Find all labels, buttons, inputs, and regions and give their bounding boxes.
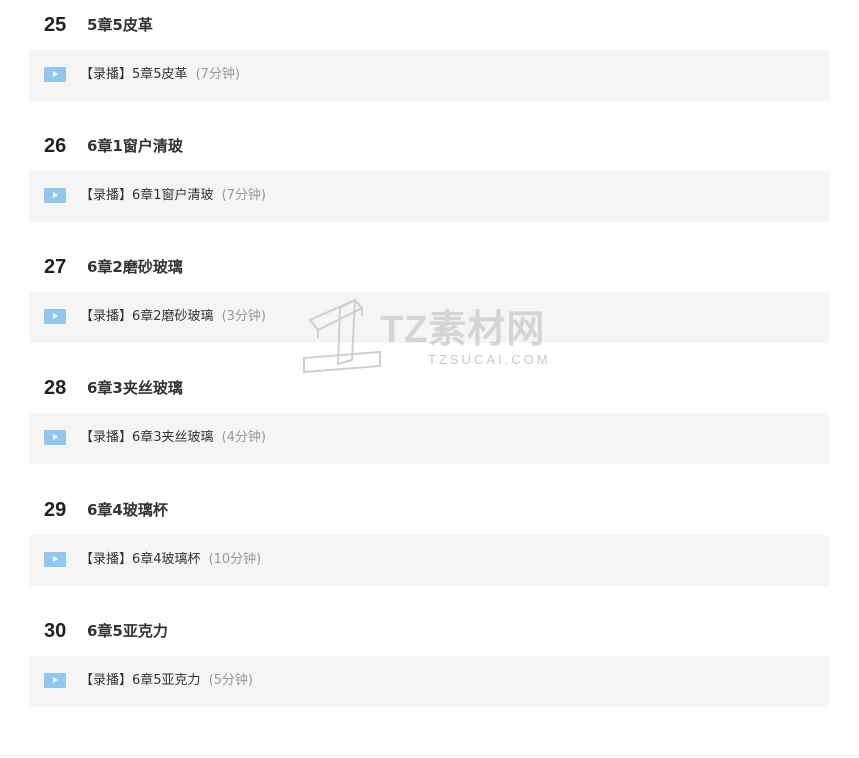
chapter-number: 28 bbox=[44, 377, 67, 399]
chapter-header: 26 6章1窗户清玻 bbox=[0, 121, 859, 171]
lesson-duration: (5分钟) bbox=[208, 673, 253, 688]
chapter-title: 5章5皮革 bbox=[87, 16, 153, 34]
lesson-item[interactable]: 【录播】6章1窗户清玻 (7分钟) bbox=[29, 171, 829, 222]
chapter-header: 27 6章2磨砂玻璃 bbox=[0, 242, 859, 292]
lesson-title: 6章5亚克力 bbox=[132, 673, 201, 688]
video-play-icon bbox=[44, 430, 66, 445]
chapter-number: 25 bbox=[44, 14, 67, 36]
chapter-title: 6章4玻璃杯 bbox=[87, 501, 168, 519]
chapter-section: 27 6章2磨砂玻璃 【录播】6章2磨砂玻璃 (3分钟) bbox=[0, 242, 859, 363]
chapter-section: 28 6章3夹丝玻璃 【录播】6章3夹丝玻璃 (4分钟) bbox=[0, 363, 859, 484]
lesson-label[interactable]: 【录播】6章2磨砂玻璃 (3分钟) bbox=[80, 307, 266, 327]
chapter-number: 30 bbox=[44, 620, 67, 642]
lesson-duration: (4分钟) bbox=[221, 430, 266, 445]
lesson-item[interactable]: 【录播】5章5皮革 (7分钟) bbox=[29, 50, 829, 101]
lesson-item[interactable]: 【录播】6章5亚克力 (5分钟) bbox=[29, 656, 829, 707]
lesson-label[interactable]: 【录播】6章1窗户清玻 (7分钟) bbox=[80, 186, 266, 206]
chapter-number: 27 bbox=[44, 256, 67, 278]
lesson-title: 6章4玻璃杯 bbox=[132, 552, 201, 567]
chapter-section: 25 5章5皮革 【录播】5章5皮革 (7分钟) bbox=[0, 0, 859, 121]
chapter-title: 6章2磨砂玻璃 bbox=[87, 258, 183, 276]
lesson-duration: (7分钟) bbox=[195, 67, 240, 82]
chapter-number: 29 bbox=[44, 499, 67, 521]
lesson-item[interactable]: 【录播】6章4玻璃杯 (10分钟) bbox=[29, 535, 829, 586]
lesson-tag: 【录播】 bbox=[80, 430, 133, 445]
lesson-tag: 【录播】 bbox=[80, 673, 133, 688]
video-play-icon bbox=[44, 188, 66, 203]
lesson-tag: 【录播】 bbox=[80, 552, 133, 567]
chapter-section: 26 6章1窗户清玻 【录播】6章1窗户清玻 (7分钟) bbox=[0, 121, 859, 242]
chapter-section: 29 6章4玻璃杯 【录播】6章4玻璃杯 (10分钟) bbox=[0, 485, 859, 606]
lesson-duration: (7分钟) bbox=[221, 188, 266, 203]
lesson-label[interactable]: 【录播】5章5皮革 (7分钟) bbox=[80, 65, 240, 85]
chapter-number: 26 bbox=[44, 135, 67, 157]
lesson-title: 6章1窗户清玻 bbox=[132, 188, 214, 203]
lesson-tag: 【录播】 bbox=[80, 67, 133, 82]
lesson-title: 6章3夹丝玻璃 bbox=[132, 430, 214, 445]
lesson-tag: 【录播】 bbox=[80, 188, 133, 203]
bottom-divider bbox=[0, 755, 859, 756]
video-play-icon bbox=[44, 552, 66, 567]
lesson-label[interactable]: 【录播】6章4玻璃杯 (10分钟) bbox=[80, 550, 261, 570]
chapter-section: 30 6章5亚克力 【录播】6章5亚克力 (5分钟) bbox=[0, 606, 859, 727]
lesson-tag: 【录播】 bbox=[80, 309, 133, 324]
video-play-icon bbox=[44, 67, 66, 82]
chapter-header: 29 6章4玻璃杯 bbox=[0, 485, 859, 535]
lesson-title: 5章5皮革 bbox=[132, 67, 188, 82]
chapter-title: 6章5亚克力 bbox=[87, 622, 168, 640]
lesson-duration: (10分钟) bbox=[208, 552, 262, 567]
lesson-label[interactable]: 【录播】6章3夹丝玻璃 (4分钟) bbox=[80, 428, 266, 448]
chapter-title: 6章3夹丝玻璃 bbox=[87, 379, 183, 397]
video-play-icon bbox=[44, 309, 66, 324]
video-play-icon bbox=[44, 673, 66, 688]
lesson-item[interactable]: 【录播】6章3夹丝玻璃 (4分钟) bbox=[29, 413, 829, 464]
lesson-title: 6章2磨砂玻璃 bbox=[132, 309, 214, 324]
chapter-title: 6章1窗户清玻 bbox=[87, 137, 183, 155]
chapter-header: 25 5章5皮革 bbox=[0, 0, 859, 50]
chapter-header: 28 6章3夹丝玻璃 bbox=[0, 363, 859, 413]
lesson-item[interactable]: 【录播】6章2磨砂玻璃 (3分钟) bbox=[29, 292, 829, 343]
lesson-label[interactable]: 【录播】6章5亚克力 (5分钟) bbox=[80, 671, 253, 691]
lesson-duration: (3分钟) bbox=[221, 309, 266, 324]
chapter-header: 30 6章5亚克力 bbox=[0, 606, 859, 656]
